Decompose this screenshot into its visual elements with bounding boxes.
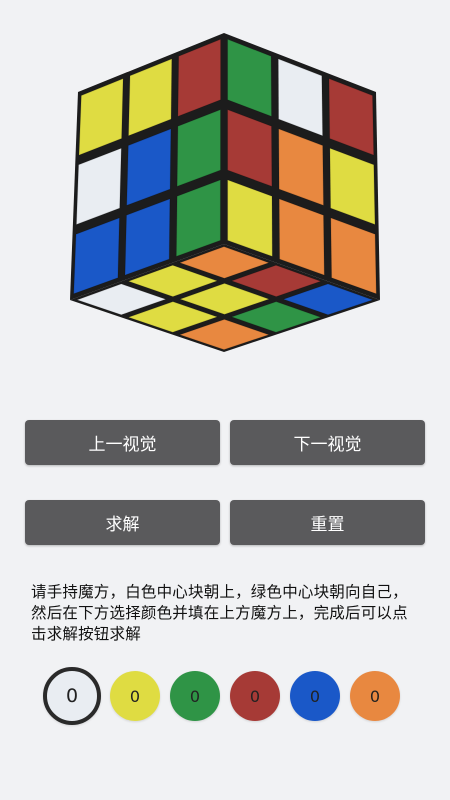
swatch-count: 0: [189, 686, 201, 706]
color-swatch-yellow[interactable]: 0: [110, 671, 160, 721]
swatch-count: 0: [65, 685, 79, 707]
color-swatch-red[interactable]: 0: [230, 671, 280, 721]
swatch-count: 0: [129, 686, 141, 706]
color-swatch-orange[interactable]: 0: [350, 671, 400, 721]
color-swatch-blue[interactable]: 0: [290, 671, 340, 721]
instruction-text: 请手持魔方，白色中心块朝上，绿色中心块朝向自己，然后在下方选择颜色并填在上方魔方…: [31, 583, 408, 643]
swatch-count: 0: [369, 686, 381, 706]
color-swatch-green[interactable]: 0: [170, 671, 220, 721]
color-swatch-white[interactable]: 0: [43, 667, 101, 725]
rubiks-cube-view[interactable]: [0, 0, 450, 380]
reset-button[interactable]: 重置: [230, 500, 425, 545]
next-view-button[interactable]: 下一视觉: [230, 420, 425, 465]
prev-view-button[interactable]: 上一视觉: [25, 420, 220, 465]
swatch-count: 0: [249, 686, 261, 706]
swatch-count: 0: [309, 686, 321, 706]
solve-button[interactable]: 求解: [25, 500, 220, 545]
